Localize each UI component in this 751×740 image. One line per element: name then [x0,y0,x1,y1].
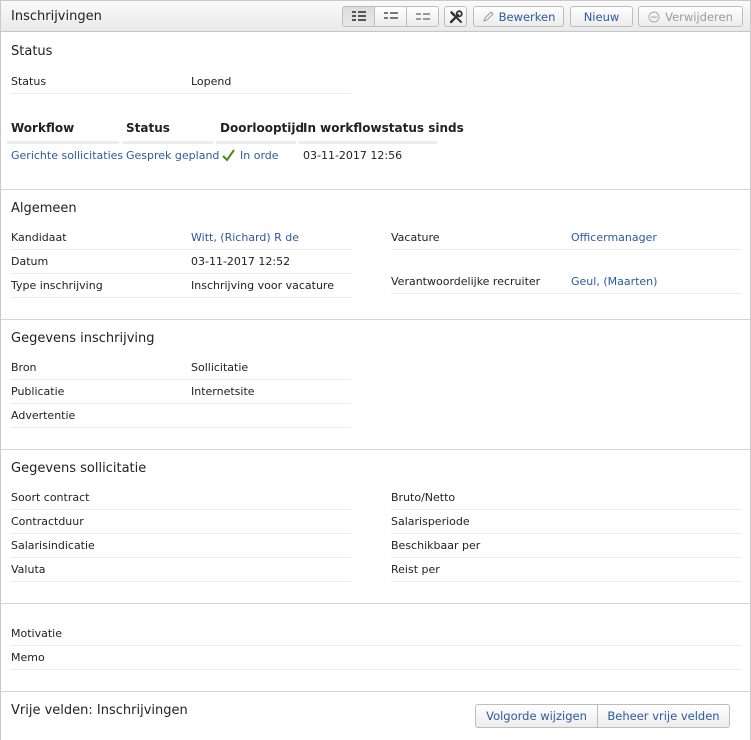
section-divider [1,449,750,450]
publicatie-row: Publicatie Internetsite [11,380,351,404]
field-key: Motivatie [11,627,62,640]
workflow-header-underline [216,141,296,144]
view-list-detailed-button[interactable] [342,6,375,27]
field-key: Salarisperiode [391,515,470,528]
workflow-header-status: Status [126,121,170,135]
valuta-row: Valuta [11,558,351,582]
doorlooptijd-value: In orde [240,149,279,162]
motivatie-row: Motivatie [11,622,741,646]
field-key: Bruto/Netto [391,491,456,504]
manage-free-fields-label: Beheer vrije velden [607,709,720,723]
beschikbaar-per-row: Beschikbaar per [391,534,741,558]
salarisindicatie-row: Salarisindicatie [11,534,351,558]
field-key: Reist per [391,563,440,576]
field-key: Kandidaat [11,231,67,244]
vacature-row: Vacature Officermanager [391,226,741,250]
advertentie-row: Advertentie [11,404,351,428]
field-key: Valuta [11,563,46,576]
workflow-header-underline [299,141,437,144]
list-minimal-icon [415,13,430,20]
manage-free-fields-button[interactable]: Beheer vrije velden [597,704,730,728]
delete-button[interactable]: Verwijderen [638,6,743,27]
new-label: Nieuw [583,9,620,24]
algemeen-section-title: Algemeen [11,201,77,216]
list-detailed-icon [351,11,366,21]
datum-value: 03-11-2017 12:52 [191,255,291,268]
gegevens-inschrijving-title: Gegevens inschrijving [11,331,155,346]
view-mode-group [342,6,439,27]
wrench-screwdriver-icon [449,9,463,23]
field-key: Verantwoordelijke recruiter [391,275,541,288]
field-key: Soort contract [11,491,90,504]
inschrijvingen-panel: Inschrijvingen Bewerken Nieuw Verwijdere… [0,0,751,740]
gegevens-sollicitatie-title: Gegevens sollicitatie [11,461,147,476]
field-key: Bron [11,361,37,374]
status-key: Status [11,75,47,88]
field-key: Advertentie [11,409,76,422]
doorlooptijd-cell: In orde [222,149,279,162]
section-divider [1,691,750,692]
change-order-label: Volgorde wijzigen [486,709,587,723]
workflow-since-value: 03-11-2017 12:56 [303,149,403,162]
view-list-minimal-button[interactable] [406,6,439,27]
section-divider [1,189,750,190]
kandidaat-link[interactable]: Witt, (Richard) R de [191,231,299,244]
list-compact-icon [383,12,398,19]
kandidaat-row: Kandidaat Witt, (Richard) R de [11,226,351,250]
minus-circle-icon [648,11,660,23]
type-inschrijving-row: Type inschrijving Inschrijving voor vaca… [11,274,351,298]
status-value: Lopend [191,75,232,88]
vrije-velden-title: Vrije velden: Inschrijvingen [11,703,188,718]
workflow-header-underline [7,141,119,144]
field-key: Memo [11,651,45,664]
contractduur-row: Contractduur [11,510,351,534]
tools-button[interactable] [444,6,467,27]
panel-header: Inschrijvingen Bewerken Nieuw Verwijdere… [1,1,750,32]
recruiter-row: Verantwoordelijke recruiter Geul, (Maart… [391,270,741,294]
salarisperiode-row: Salarisperiode [391,510,741,534]
vacature-link[interactable]: Officermanager [571,231,657,244]
bron-row: Bron Sollicitatie [11,356,351,380]
memo-row: Memo [11,646,741,670]
delete-label: Verwijderen [665,9,733,24]
field-key: Beschikbaar per [391,539,481,552]
recruiter-link[interactable]: Geul, (Maarten) [571,275,657,288]
status-row: Status Lopend [11,70,351,94]
workflow-header-workflow: Workflow [11,121,75,135]
pencil-icon [482,10,494,23]
checkmark-icon [222,149,235,162]
change-order-button[interactable]: Volgorde wijzigen [475,704,598,728]
field-key: Publicatie [11,385,65,398]
workflow-header-underline [122,141,213,144]
field-key: Type inschrijving [11,279,103,292]
field-key: Contractduur [11,515,84,528]
field-key: Salarisindicatie [11,539,95,552]
bron-value: Sollicitatie [191,361,249,374]
publicatie-value: Internetsite [191,385,255,398]
view-list-compact-button[interactable] [374,6,407,27]
workflow-link[interactable]: Gerichte sollicitaties [11,149,123,162]
datum-row: Datum 03-11-2017 12:52 [11,250,351,274]
new-button[interactable]: Nieuw [570,6,633,27]
bruto-netto-row: Bruto/Netto [391,486,741,510]
soort-contract-row: Soort contract [11,486,351,510]
workflow-status-link[interactable]: Gesprek gepland [126,149,219,162]
panel-title: Inschrijvingen [11,9,102,24]
workflow-header-doorlooptijd: Doorlooptijd [220,121,305,135]
section-divider [1,319,750,320]
edit-button[interactable]: Bewerken [473,6,564,27]
field-key: Datum [11,255,49,268]
workflow-header-sinds: In workflowstatus sinds [303,121,464,135]
field-key: Vacature [391,231,440,244]
reist-per-row: Reist per [391,558,741,582]
status-section-title: Status [11,44,53,59]
edit-label: Bewerken [498,9,556,24]
type-inschrijving-value: Inschrijving voor vacature [191,279,334,292]
section-divider [1,603,750,604]
